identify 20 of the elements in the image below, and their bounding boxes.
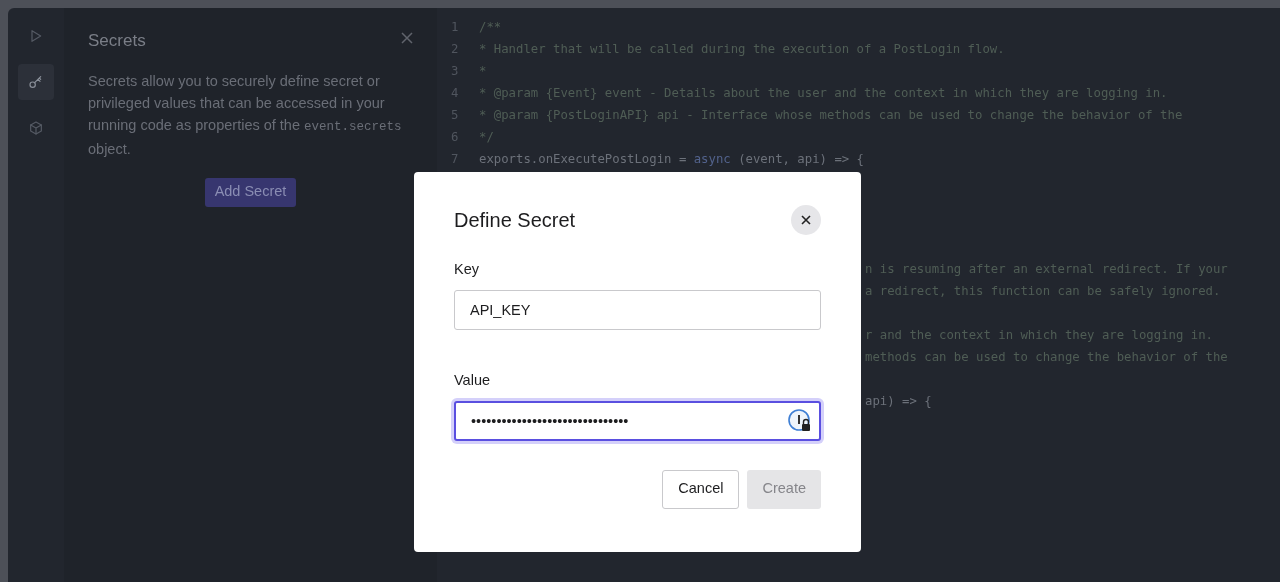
code-line: /** xyxy=(479,19,502,36)
code-line: * xyxy=(479,63,487,80)
field-label: Value xyxy=(454,370,491,390)
key-icon xyxy=(28,74,44,90)
panel-title: Secrets xyxy=(88,30,146,52)
cancel-button[interactable]: Cancel xyxy=(662,469,740,509)
play-icon xyxy=(28,28,44,44)
close-icon xyxy=(801,215,811,225)
code-line: */ xyxy=(479,129,494,146)
code-line: exports.onExecutePostLogin = async (event, api) => { xyxy=(479,151,864,168)
text-field[interactable]: API_KEY xyxy=(454,289,821,330)
sidebar-tab[interactable] xyxy=(18,64,54,100)
panel-description: Secrets allow you to securely define secret or privileged values that can be accessed in your running code as properties of the event.secrets object. xyxy=(88,71,403,159)
dialog-title: Define Secret xyxy=(454,208,576,233)
text-field[interactable]: ••••••••••••••••••••••••••••••• xyxy=(454,400,821,441)
field-label: Key xyxy=(454,260,480,279)
code-line: api) => { xyxy=(865,393,933,410)
cube-icon xyxy=(28,120,44,136)
close-button[interactable] xyxy=(791,205,821,235)
close-icon[interactable] xyxy=(401,32,413,44)
